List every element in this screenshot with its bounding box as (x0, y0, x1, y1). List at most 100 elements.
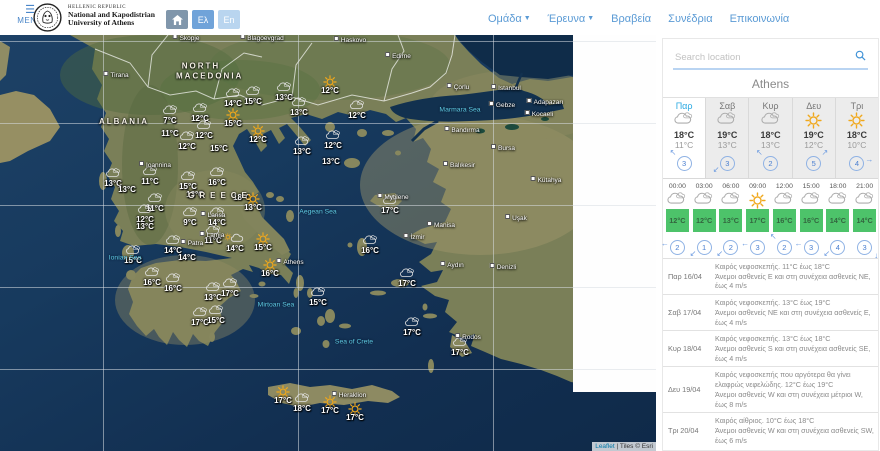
day-high-temp: 18°C (663, 130, 705, 140)
home-button[interactable] (166, 10, 188, 29)
weather-marker[interactable]: 17°C (389, 268, 425, 288)
map-place-label: Ioannina (139, 161, 171, 169)
leaflet-link[interactable]: Leaflet (595, 443, 615, 450)
org-line-3: University of Athens (68, 19, 155, 28)
marker-temperature: 16°C (252, 269, 288, 278)
day-tab-Τρι[interactable]: Τρι 18°C 10°C → 4 (835, 98, 878, 178)
day-tab-Κυρ[interactable]: Κυρ 18°C 13°C ↖ 2 (748, 98, 791, 178)
nav-item[interactable]: Επικοινωνία (730, 13, 790, 25)
cloud-icon (127, 204, 163, 215)
day-label: Κυρ (749, 101, 791, 111)
weather-marker[interactable]: 13°C (313, 157, 349, 166)
map-attribution: Leaflet | Tiles © Esri (592, 442, 656, 451)
nav-item[interactable]: Ομάδα ▼ (488, 13, 531, 25)
wind-speed-value: 2 (670, 240, 685, 255)
weather-marker[interactable]: 15°C (300, 287, 336, 307)
wind-speed-value: 2 (777, 240, 792, 255)
city-dot (490, 263, 495, 268)
map-overlay: 14°C 15°C 13°C 13°C12°C15°C12°C 13°C 7°C… (0, 35, 656, 451)
country-label: ALBANIA (99, 117, 149, 127)
cloud-icon (155, 273, 191, 284)
map-place-label: Gebze (489, 101, 515, 109)
weather-marker[interactable]: 17°C (394, 317, 430, 337)
weather-marker[interactable]: 12°C (127, 204, 163, 224)
map-place-label: Larisa (201, 211, 226, 219)
city-dot (240, 35, 245, 39)
day-tab-Παρ[interactable]: Παρ 18°C 11°C ↖ 3 (663, 98, 705, 178)
nav-item[interactable]: Συνέδρια (668, 13, 712, 25)
day-tab-Σαβ[interactable]: Σαβ 19°C 13°C ↙ 3 (705, 98, 748, 178)
weather-marker[interactable]: 14°C (169, 253, 205, 262)
weather-marker[interactable]: 12°C (339, 100, 375, 120)
weather-marker[interactable]: 12°C (169, 131, 205, 151)
weather-marker[interactable]: 13°C (127, 222, 163, 231)
marker-temperature: 13°C (127, 222, 163, 231)
hour-time: 15:00 (798, 183, 825, 190)
day-tab-Δευ[interactable]: Δευ 19°C 12°C ↗ 5 (792, 98, 835, 178)
wind-direction-arrow: ↗ (822, 149, 829, 157)
city-dot (443, 161, 448, 166)
lang-button-el[interactable]: Ελ (192, 10, 214, 29)
marker-temperature: 13°C (235, 203, 271, 212)
wind-indicator: ↖ 2 (758, 150, 783, 172)
marker-temperature: 11°C (132, 177, 168, 186)
weather-map[interactable]: 14°C 15°C 13°C 13°C12°C15°C12°C 13°C 7°C… (0, 35, 656, 451)
hour-time: 06:00 (718, 183, 745, 190)
cloud-icon (182, 103, 218, 114)
weather-marker[interactable]: 15°C (198, 305, 234, 325)
map-place-label: Bursa (491, 144, 515, 152)
university-name: HELLENIC REPUBLIC National and Kapodistr… (68, 5, 155, 28)
search-input[interactable] (673, 51, 855, 64)
map-place-label: Lamia (200, 231, 225, 239)
marker-temperature: 12°C (240, 135, 276, 144)
cloud-icon (851, 192, 878, 206)
weather-marker[interactable]: 16°C (352, 235, 388, 255)
map-place-label: Bandırma (444, 126, 479, 134)
marker-temperature: 17°C (212, 289, 248, 298)
wind-speed-value: 5 (806, 156, 821, 171)
weather-marker[interactable]: 15°C (245, 232, 281, 252)
map-place-label: Uşak (505, 214, 527, 222)
search-icon[interactable] (855, 48, 866, 66)
wind-speed-value: 4 (830, 240, 845, 255)
weather-marker[interactable]: 12°C (312, 75, 348, 95)
wind-indicator: ↗ 5 (801, 150, 826, 172)
map-place-label: Mytilene (377, 193, 408, 201)
weather-marker[interactable]: 17°C (212, 278, 248, 298)
map-place-label: Kütahya (531, 176, 562, 184)
marker-temperature: 15°C (201, 144, 237, 153)
city-dot (139, 161, 144, 166)
wind-indicator: ↙ 3 (715, 150, 740, 172)
weather-marker[interactable]: 17°C (337, 402, 373, 422)
marker-temperature: 15°C (245, 243, 281, 252)
cloud-icon (664, 192, 691, 206)
weather-marker[interactable]: 13°C (281, 97, 317, 117)
chevron-down-icon: ▼ (585, 15, 594, 22)
map-place-label: Heraklion (332, 391, 366, 399)
weather-marker[interactable]: 15°C (201, 144, 237, 153)
map-place-label: Rodos (455, 333, 481, 341)
hour-temperature: 16°C (773, 209, 796, 232)
marker-temperature: 15°C (300, 298, 336, 307)
weather-marker[interactable]: 12°C (240, 124, 276, 144)
home-icon (172, 15, 183, 25)
nav-item[interactable]: Έρευνα ▼ (548, 13, 595, 25)
city-dot (531, 176, 536, 181)
marker-temperature: 12°C (339, 111, 375, 120)
weather-marker[interactable]: 16°C (199, 167, 235, 187)
nav-item[interactable]: Βραβεία (611, 13, 651, 25)
weather-marker[interactable]: 11°C (132, 166, 168, 186)
cloud-icon (137, 193, 173, 204)
lang-button-en[interactable]: En (218, 10, 240, 29)
weather-marker[interactable]: 12°C (315, 130, 351, 150)
cloud-icon (186, 120, 222, 131)
hour-cell-18:00: 18:00 14°C ↙ 4 (825, 183, 852, 256)
day-high-temp: 19°C (706, 130, 748, 140)
weather-marker[interactable]: 16°C (155, 273, 191, 293)
city-dot (527, 98, 532, 103)
tiles-credit: Tiles © Esri (620, 443, 653, 450)
cloud-icon (825, 192, 852, 206)
hour-time: 12:00 (771, 183, 798, 190)
map-place-label: Patra (181, 239, 204, 247)
hour-time: 00:00 (664, 183, 691, 190)
